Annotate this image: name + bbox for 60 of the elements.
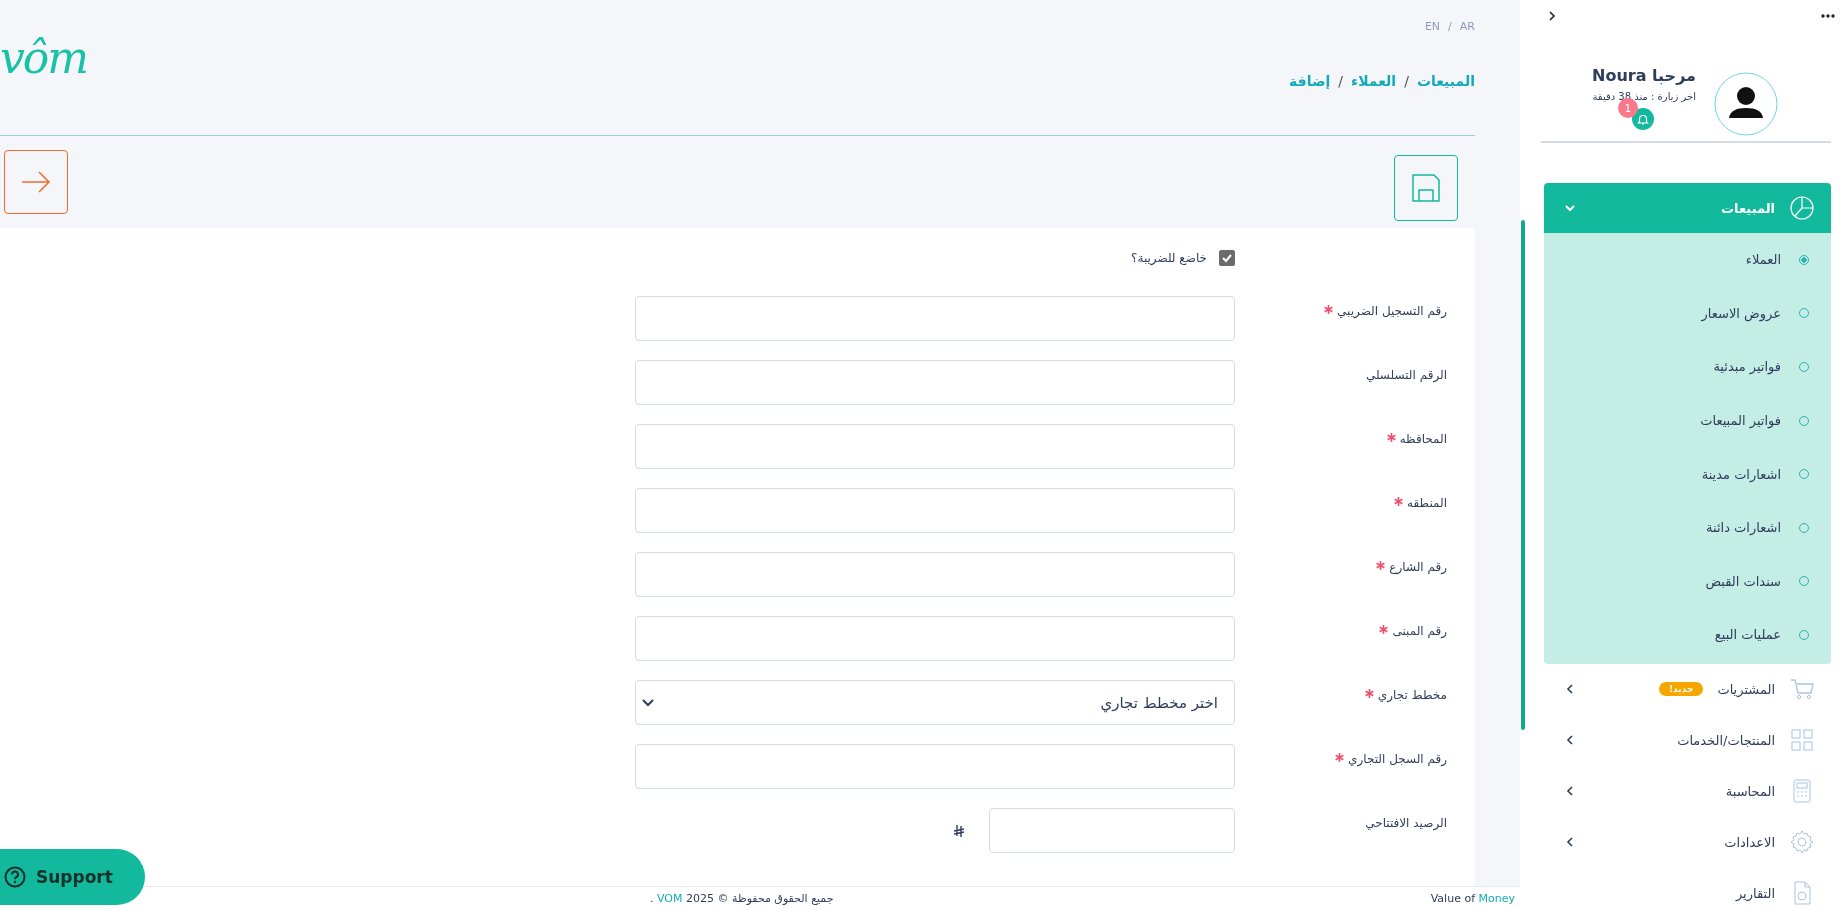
- vom-logo: vôm: [0, 31, 88, 85]
- chevron-right-icon[interactable]: [1548, 11, 1556, 21]
- checkbox-label: خاضع للضريبة؟: [1131, 251, 1207, 265]
- greeting-text: مرحبا Noura: [1592, 66, 1696, 85]
- chevron-left-icon: [1564, 836, 1576, 849]
- submenu-item[interactable]: اشعارات مدينة: [1544, 447, 1831, 501]
- field-label: رقم المبنى: [1392, 624, 1447, 638]
- save-button[interactable]: [1394, 155, 1458, 221]
- submenu-item[interactable]: فواتير المبيعات: [1544, 393, 1831, 448]
- gear-icon: [1789, 829, 1815, 856]
- submenu-item[interactable]: عروض الاسعار: [1544, 286, 1831, 341]
- menu-item[interactable]: التقارير: [1544, 867, 1831, 910]
- field-label: الرصيد الافتتاحي: [1365, 816, 1447, 830]
- menu-item[interactable]: المشتريات جديد!: [1544, 663, 1831, 715]
- input-field[interactable]: [635, 488, 1235, 533]
- field-label: المحافظه: [1399, 432, 1447, 446]
- riyal-sign-icon: [953, 823, 965, 838]
- breadcrumb-separator: /: [1404, 73, 1409, 89]
- menu-item[interactable]: الاعدادات: [1544, 816, 1831, 868]
- input-field[interactable]: [635, 424, 1235, 469]
- dropdown-field[interactable]: اختر مخطط تجاري: [635, 680, 1235, 725]
- field-label: مخطط تجاري: [1377, 688, 1447, 702]
- pie-chart-icon: [1789, 195, 1815, 221]
- arrow-right-icon: [21, 171, 51, 193]
- menu-item[interactable]: المحاسبة: [1544, 765, 1831, 817]
- chevron-down-icon: [642, 698, 654, 707]
- submenu-item[interactable]: اشعارات دائنة: [1544, 500, 1831, 555]
- new-badge: جديد!: [1659, 682, 1704, 697]
- input-field[interactable]: [989, 808, 1235, 853]
- chevron-left-icon: [1564, 734, 1576, 747]
- chevron-left-icon: [1564, 785, 1576, 798]
- submenu-item[interactable]: العملاء: [1544, 233, 1831, 287]
- tagline: Value of Money: [1430, 892, 1515, 905]
- submenu-item[interactable]: فواتير مبدئية: [1544, 340, 1831, 394]
- input-field[interactable]: [635, 744, 1235, 789]
- field-label: الرقم التسلسلي: [1365, 368, 1447, 382]
- input-field[interactable]: [635, 616, 1235, 661]
- more-icon[interactable]: [1821, 14, 1835, 18]
- chevron-left-icon: [1564, 683, 1576, 696]
- input-field[interactable]: [635, 296, 1235, 341]
- question-circle-icon: [4, 866, 26, 888]
- breadcrumb-separator: /: [1338, 73, 1344, 89]
- chevron-down-icon: [1564, 202, 1576, 214]
- menu-item[interactable]: المنتجات/الخدمات: [1544, 714, 1831, 766]
- field-label: رقم السجل التجاري: [1348, 752, 1447, 766]
- scrollbar-thumb[interactable]: [1521, 220, 1525, 730]
- back-button[interactable]: [4, 150, 68, 214]
- field-label: رقم الشارع: [1389, 560, 1447, 574]
- input-field[interactable]: [635, 360, 1235, 405]
- submenu-item[interactable]: عمليات البيع: [1544, 608, 1831, 662]
- checkbox[interactable]: [1219, 250, 1235, 266]
- field-label: رقم التسجيل الضريبي: [1337, 304, 1447, 318]
- avatar: [1714, 72, 1778, 136]
- input-field[interactable]: [635, 552, 1235, 597]
- notification-bell-icon[interactable]: [1632, 108, 1654, 130]
- field-label: المنطقه: [1407, 496, 1447, 510]
- submenu-item[interactable]: سندات القبض: [1544, 554, 1831, 609]
- language-separator: /: [1448, 20, 1452, 33]
- support-button[interactable]: Support: [0, 849, 145, 905]
- grid-icon: [1789, 727, 1815, 754]
